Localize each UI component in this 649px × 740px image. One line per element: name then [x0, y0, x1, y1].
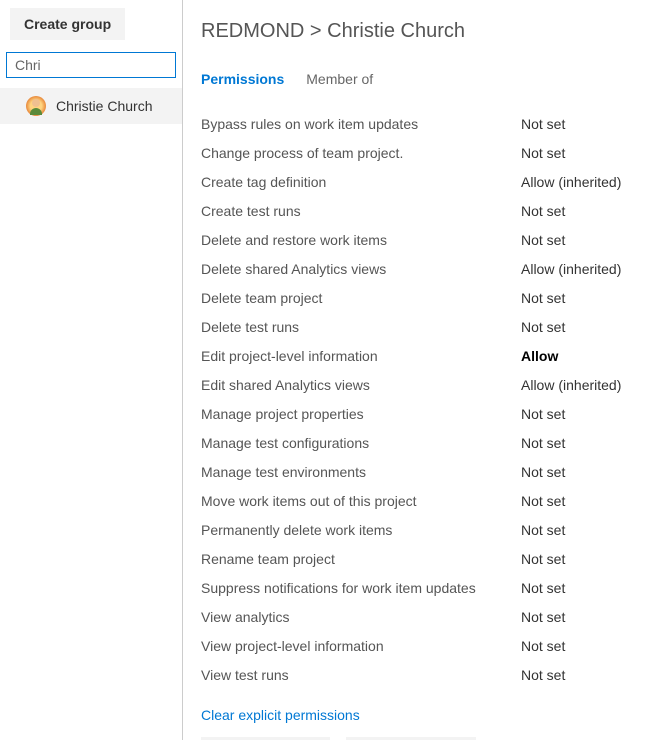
permission-row: Delete team project Not set: [201, 283, 631, 312]
permission-value[interactable]: Not set: [521, 203, 631, 219]
permission-value[interactable]: Not set: [521, 116, 631, 132]
permission-row: Manage test configurations Not set: [201, 428, 631, 457]
permission-label: Create test runs: [201, 203, 301, 219]
permission-row: Edit project-level information Allow: [201, 341, 631, 370]
permission-row: Permanently delete work items Not set: [201, 515, 631, 544]
permission-value[interactable]: Not set: [521, 522, 631, 538]
permission-row: Suppress notifications for work item upd…: [201, 573, 631, 602]
permission-value[interactable]: Not set: [521, 580, 631, 596]
permission-label: Move work items out of this project: [201, 493, 417, 509]
permission-value[interactable]: Not set: [521, 551, 631, 567]
permission-row: Delete shared Analytics views Allow (inhe…: [201, 254, 631, 283]
permission-row: View test runs Not set: [201, 660, 631, 689]
tab-permissions[interactable]: Permissions: [201, 71, 284, 89]
permission-row: View project-level information Not set: [201, 631, 631, 660]
permission-value[interactable]: Not set: [521, 232, 631, 248]
sidebar-user-item[interactable]: Christie Church: [0, 88, 182, 124]
permission-value[interactable]: Allow (inherited): [521, 174, 631, 190]
permission-label: Permanently delete work items: [201, 522, 392, 538]
permission-label: Edit shared Analytics views: [201, 377, 370, 393]
permission-row: Edit shared Analytics views Allow (inheri…: [201, 370, 631, 399]
permission-label: Manage project properties: [201, 406, 364, 422]
permission-row: Rename team project Not set: [201, 544, 631, 573]
permission-value[interactable]: Not set: [521, 319, 631, 335]
breadcrumb-root[interactable]: REDMOND: [201, 20, 304, 42]
avatar-icon: [26, 96, 46, 116]
permission-label: View analytics: [201, 609, 289, 625]
permission-row: Move work items out of this project Not s…: [201, 486, 631, 515]
permission-value[interactable]: Not set: [521, 290, 631, 306]
permission-value[interactable]: Not set: [521, 609, 631, 625]
permission-label: Delete team project: [201, 290, 322, 306]
permission-label: Change process of team project.: [201, 145, 403, 161]
permission-value[interactable]: Allow (inherited): [521, 261, 631, 277]
permission-row: Delete and restore work items Not set: [201, 225, 631, 254]
permission-row: Manage project properties Not set: [201, 399, 631, 428]
permission-label: Bypass rules on work item updates: [201, 116, 418, 132]
permission-row: Bypass rules on work item updates Not set: [201, 109, 631, 138]
permission-label: Delete test runs: [201, 319, 299, 335]
create-group-button[interactable]: Create group: [10, 8, 125, 40]
permission-value[interactable]: Allow (inherited): [521, 377, 631, 393]
search-input[interactable]: [6, 52, 176, 78]
clear-explicit-permissions-link[interactable]: Clear explicit permissions: [201, 707, 360, 723]
tab-member-of[interactable]: Member of: [306, 71, 373, 89]
permission-row: Create test runs Not set: [201, 196, 631, 225]
permission-label: Rename team project: [201, 551, 335, 567]
permission-value[interactable]: Not set: [521, 464, 631, 480]
permission-value[interactable]: Not set: [521, 145, 631, 161]
permission-label: View test runs: [201, 667, 289, 683]
breadcrumb-current: Christie Church: [327, 20, 465, 42]
permission-label: Create tag definition: [201, 174, 326, 190]
permission-value[interactable]: Not set: [521, 435, 631, 451]
permission-row: Create tag definition Allow (inherited): [201, 167, 631, 196]
permission-label: Suppress notifications for work item upd…: [201, 580, 476, 596]
permission-label: Manage test configurations: [201, 435, 369, 451]
permission-row: Change process of team project. Not set: [201, 138, 631, 167]
sidebar: Create group Christie Church: [0, 0, 183, 740]
breadcrumb: REDMOND > Christie Church: [201, 20, 631, 43]
breadcrumb-separator: >: [310, 20, 322, 42]
permission-row: Delete test runs Not set: [201, 312, 631, 341]
permission-label: Delete shared Analytics views: [201, 261, 386, 277]
permission-row: Manage test environments Not set: [201, 457, 631, 486]
tabs: Permissions Member of: [201, 71, 631, 89]
permission-row: View analytics Not set: [201, 602, 631, 631]
permission-label: View project-level information: [201, 638, 384, 654]
permission-value[interactable]: Not set: [521, 667, 631, 683]
sidebar-user-label: Christie Church: [56, 98, 152, 114]
main-panel: REDMOND > Christie Church Permissions Me…: [183, 0, 649, 740]
permission-value[interactable]: Not set: [521, 493, 631, 509]
permission-label: Edit project-level information: [201, 348, 378, 364]
permission-value[interactable]: Not set: [521, 406, 631, 422]
permission-label: Manage test environments: [201, 464, 366, 480]
permission-label: Delete and restore work items: [201, 232, 387, 248]
permission-value[interactable]: Allow: [521, 348, 631, 364]
permission-value[interactable]: Not set: [521, 638, 631, 654]
permissions-list: Bypass rules on work item updates Not set…: [201, 109, 631, 689]
